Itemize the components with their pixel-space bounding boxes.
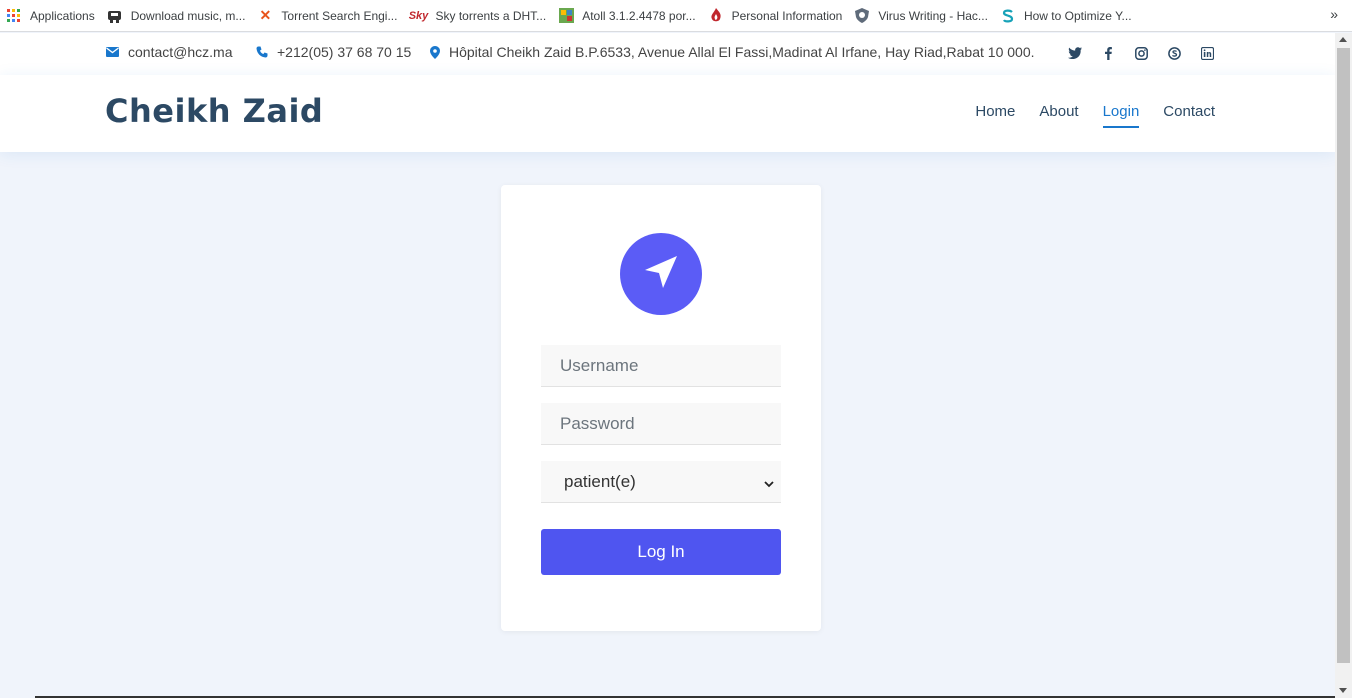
bookmark-download-music[interactable]: Download music, m... (103, 2, 254, 30)
linkedin-icon[interactable] (1199, 45, 1215, 61)
navigation-arrow-icon (639, 250, 683, 299)
page-scrollbar[interactable] (1335, 33, 1352, 698)
login-card: patient(e) Log In (501, 185, 821, 631)
nav-home[interactable]: Home (975, 103, 1015, 128)
apps-grid-icon (6, 8, 22, 24)
scroll-up-arrow-icon[interactable] (1339, 37, 1347, 42)
email-text: contact@hcz.ma (128, 44, 233, 60)
address-contact: Hôpital Cheikh Zaid B.P.6533, Avenue All… (430, 44, 1035, 60)
bookmark-label: Sky torrents a DHT... (435, 8, 547, 23)
bookmark-label: Atoll 3.1.2.4478 por... (582, 8, 696, 23)
bookmark-label: Torrent Search Engi... (281, 8, 398, 23)
atoll-icon (558, 8, 574, 24)
bookmark-label: Virus Writing - Hac... (878, 8, 988, 23)
bookmark-how-to-optimize[interactable]: How to Optimize Y... (996, 2, 1140, 30)
username-input[interactable] (541, 345, 781, 387)
s-logo-icon (1000, 8, 1016, 24)
nav-login[interactable]: Login (1102, 103, 1140, 128)
top-info-bar: contact@hcz.ma +212(05) 37 68 70 15 Hôpi… (0, 33, 1335, 75)
facebook-icon[interactable] (1100, 45, 1116, 61)
bookmark-label: Download music, m... (130, 8, 246, 23)
music-download-icon (107, 8, 123, 24)
site-logo[interactable]: Cheikh Zaid (105, 92, 323, 130)
chevron-down-icon (763, 475, 775, 495)
instagram-icon[interactable] (1133, 45, 1149, 61)
main-nav: Home About Login Contact (951, 103, 1215, 128)
bookmark-atoll[interactable]: Atoll 3.1.2.4478 por... (554, 2, 703, 30)
role-select[interactable]: patient(e) (541, 461, 781, 503)
flame-icon (708, 8, 724, 24)
password-input[interactable] (541, 403, 781, 445)
twitter-icon[interactable] (1067, 45, 1083, 61)
scroll-down-arrow-icon[interactable] (1339, 688, 1347, 693)
bookmark-personal-information[interactable]: Personal Information (704, 2, 851, 30)
sky-logo-icon: Sky (408, 9, 429, 22)
nav-about[interactable]: About (1039, 103, 1078, 128)
address-text: Hôpital Cheikh Zaid B.P.6533, Avenue All… (449, 44, 1035, 60)
bookmark-sky-torrents[interactable]: Sky Sky torrents a DHT... (405, 2, 554, 30)
email-contact[interactable]: contact@hcz.ma (106, 44, 232, 60)
role-select-value: patient(e) (564, 471, 636, 491)
scroll-thumb[interactable] (1337, 48, 1350, 663)
bookmark-torrent-search[interactable]: ✕ Torrent Search Engi... (253, 2, 405, 30)
bookmark-label: Applications (30, 8, 95, 23)
bookmarks-bar: Applications Download music, m... ✕ Torr… (0, 0, 1352, 32)
skype-icon[interactable] (1166, 45, 1182, 61)
phone-contact[interactable]: +212(05) 37 68 70 15 (256, 44, 411, 60)
nav-contact[interactable]: Contact (1163, 103, 1215, 128)
map-pin-icon (430, 45, 440, 59)
x-logo-icon: ✕ (259, 7, 272, 23)
envelope-icon (106, 47, 119, 57)
phone-text: +212(05) 37 68 70 15 (277, 44, 412, 60)
bookmarks-overflow-button[interactable]: » (1330, 6, 1338, 22)
social-links (1050, 45, 1215, 61)
phone-icon (256, 46, 268, 58)
login-brand-logo (620, 233, 702, 315)
login-button[interactable]: Log In (541, 529, 781, 575)
bookmark-virus-writing[interactable]: Virus Writing - Hac... (850, 2, 996, 30)
bookmark-applications[interactable]: Applications (2, 2, 103, 30)
shield-icon (854, 8, 870, 24)
bookmark-label: Personal Information (731, 8, 843, 23)
bookmark-label: How to Optimize Y... (1023, 8, 1132, 23)
site-header: Cheikh Zaid Home About Login Contact (0, 75, 1335, 152)
